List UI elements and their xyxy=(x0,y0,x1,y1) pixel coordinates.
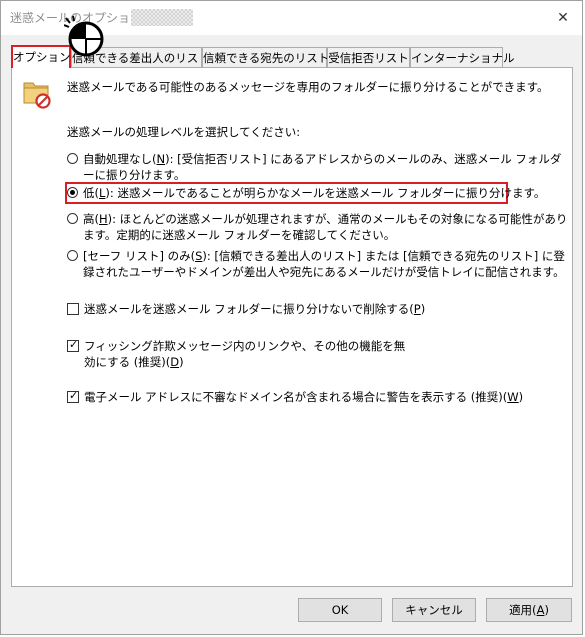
option-disable-phishing-links[interactable]: ✓ フィッシング詐欺メッセージ内のリンクや、その他の機能を無効にする (推奨)(… xyxy=(67,338,547,372)
protection-level-label: 迷惑メールの処理レベルを選択してください: xyxy=(67,125,301,139)
junk-folder-icon xyxy=(23,82,51,109)
panel-description: 迷惑メールである可能性のあるメッセージを専用のフォルダーに振り分けることができま… xyxy=(67,80,549,94)
cancel-button[interactable]: キャンセル xyxy=(392,598,476,622)
options-panel: 迷惑メールである可能性のあるメッセージを専用のフォルダーに振り分けることができま… xyxy=(11,67,573,587)
radio-no-automatic[interactable] xyxy=(67,153,78,164)
ok-button[interactable]: OK xyxy=(298,598,382,622)
tab-options[interactable]: オプション xyxy=(11,45,71,68)
level-low[interactable]: 低(L): 迷惑メールであることが明らかなメールを迷惑メール フォルダーに振り分… xyxy=(67,185,567,203)
checkbox-warn-suspicious-domains[interactable]: ✓ xyxy=(67,389,79,403)
tab-blocked-senders[interactable]: 受信拒否リスト xyxy=(327,47,410,67)
junk-email-options-dialog: 迷惑メールのオプション - ✕ オプション 信頼できる差出人のリスト 信頼できる… xyxy=(0,0,583,635)
level-low-label: 低(L): 迷惑メールであることが明らかなメールを迷惑メール フォルダーに振り分… xyxy=(83,186,546,200)
level-safe-lists-only-label: [セーフ リスト] のみ(S): [信頼できる差出人のリスト] または [信頼で… xyxy=(83,249,565,279)
level-no-automatic-label: 自動処理なし(N): [受信拒否リスト] にあるアドレスからのメールのみ、迷惑メ… xyxy=(83,152,562,182)
radio-high[interactable] xyxy=(67,213,78,224)
warn-suspicious-domains-label: 電子メール アドレスに不審なドメイン名が含まれる場合に警告を表示する (推奨)(… xyxy=(84,390,524,404)
option-permanently-delete[interactable]: 迷惑メールを迷惑メール フォルダーに振り分けないで削除する(P) xyxy=(67,301,547,319)
close-icon[interactable]: ✕ xyxy=(554,9,572,27)
checkmark-icon: ✓ xyxy=(69,389,79,402)
tab-international[interactable]: インターナショナル xyxy=(410,47,515,67)
checkbox-permanently-delete[interactable] xyxy=(67,303,79,315)
redacted-account-name xyxy=(131,9,193,26)
level-high-label: 高(H): ほとんどの迷惑メールが処理されますが、通常のメールもその対象になる可… xyxy=(83,212,568,242)
tab-safe-recipients[interactable]: 信頼できる宛先のリスト xyxy=(202,47,329,67)
level-no-automatic-filtering[interactable]: 自動処理なし(N): [受信拒否リスト] にあるアドレスからのメールのみ、迷惑メ… xyxy=(67,151,567,183)
permanently-delete-label: 迷惑メールを迷惑メール フォルダーに振り分けないで削除する(P) xyxy=(84,302,426,316)
level-high[interactable]: 高(H): ほとんどの迷惑メールが処理されますが、通常のメールもその対象になる可… xyxy=(67,211,567,243)
radio-low[interactable] xyxy=(67,187,78,198)
checkmark-icon: ✓ xyxy=(69,338,79,351)
apply-button[interactable]: 適用(A) xyxy=(486,598,572,622)
level-safe-lists-only[interactable]: [セーフ リスト] のみ(S): [信頼できる差出人のリスト] または [信頼で… xyxy=(67,248,567,280)
disable-phishing-links-label: フィッシング詐欺メッセージ内のリンクや、その他の機能を無効にする (推奨)(D) xyxy=(84,339,406,369)
checkbox-disable-phishing-links[interactable]: ✓ xyxy=(67,338,79,352)
busy-cursor-icon xyxy=(64,15,104,57)
option-warn-suspicious-domains[interactable]: ✓ 電子メール アドレスに不審なドメイン名が含まれる場合に警告を表示する (推奨… xyxy=(67,389,547,407)
radio-safe-lists-only[interactable] xyxy=(67,250,78,261)
